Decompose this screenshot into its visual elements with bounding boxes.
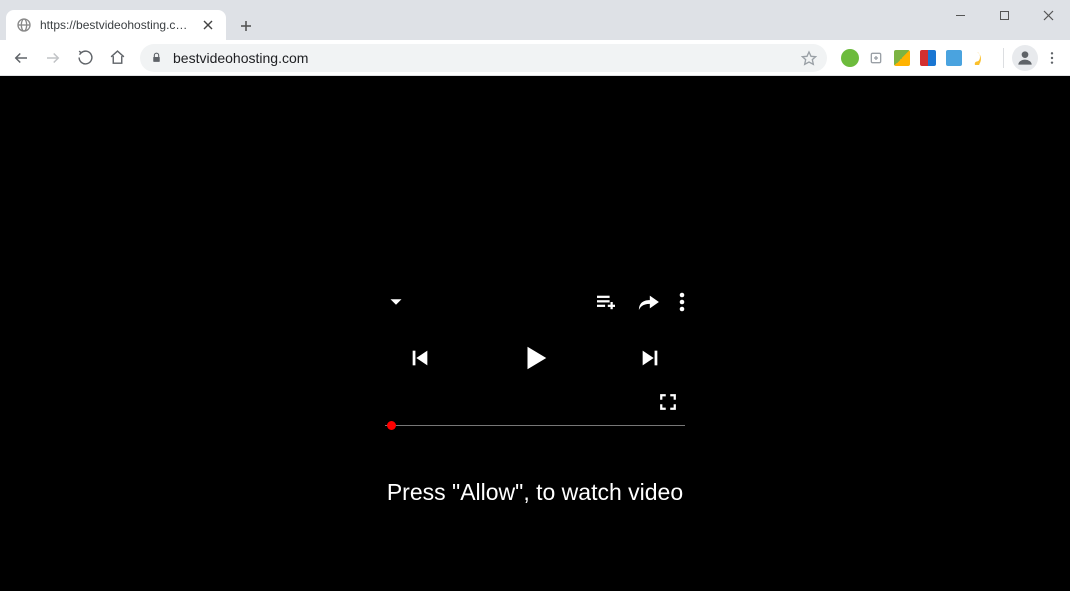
browser-menu-button[interactable] (1040, 50, 1064, 66)
bookmark-star-icon[interactable] (801, 50, 817, 66)
address-bar[interactable]: bestvideohosting.com (140, 44, 827, 72)
share-icon[interactable] (637, 292, 659, 312)
allow-prompt-text: Press "Allow", to watch video (387, 479, 683, 506)
chevron-down-icon[interactable] (385, 291, 407, 313)
tab-strip: https://bestvideohosting.com (0, 10, 1070, 40)
new-tab-button[interactable] (232, 12, 260, 40)
url-text: bestvideohosting.com (173, 50, 308, 66)
video-player: Press "Allow", to watch video (385, 291, 685, 506)
toolbar-separator (1003, 48, 1004, 68)
lock-icon (150, 51, 163, 64)
profile-avatar[interactable] (1012, 45, 1038, 71)
forward-button[interactable] (38, 43, 68, 73)
progress-row (385, 411, 685, 439)
progress-knob[interactable] (387, 421, 396, 430)
window-controls (938, 0, 1070, 30)
extension-icon-3[interactable] (893, 49, 911, 67)
close-tab-button[interactable] (200, 17, 216, 33)
globe-icon (16, 17, 32, 33)
maximize-button[interactable] (982, 0, 1026, 30)
play-icon[interactable] (520, 343, 550, 373)
extension-icon-6[interactable] (971, 49, 989, 67)
close-window-button[interactable] (1026, 0, 1070, 30)
progress-bar[interactable] (385, 425, 685, 426)
extension-icon-2[interactable] (867, 49, 885, 67)
browser-tab[interactable]: https://bestvideohosting.com (6, 10, 226, 40)
extension-icon-1[interactable] (841, 49, 859, 67)
reload-button[interactable] (70, 43, 100, 73)
player-top-row (385, 291, 685, 313)
playlist-add-icon[interactable] (595, 293, 617, 311)
more-vert-icon[interactable] (679, 292, 685, 312)
extension-icons (835, 49, 995, 67)
page-content: Press "Allow", to watch video (0, 76, 1070, 591)
skip-next-icon[interactable] (639, 347, 661, 369)
minimize-button[interactable] (938, 0, 982, 30)
back-button[interactable] (6, 43, 36, 73)
titlebar (0, 0, 1070, 10)
extension-icon-4[interactable] (919, 49, 937, 67)
transport-controls (385, 343, 685, 373)
extension-icon-5[interactable] (945, 49, 963, 67)
home-button[interactable] (102, 43, 132, 73)
skip-previous-icon[interactable] (409, 347, 431, 369)
fullscreen-icon[interactable] (659, 393, 677, 411)
browser-toolbar: bestvideohosting.com (0, 40, 1070, 76)
tab-title: https://bestvideohosting.com (40, 18, 192, 32)
